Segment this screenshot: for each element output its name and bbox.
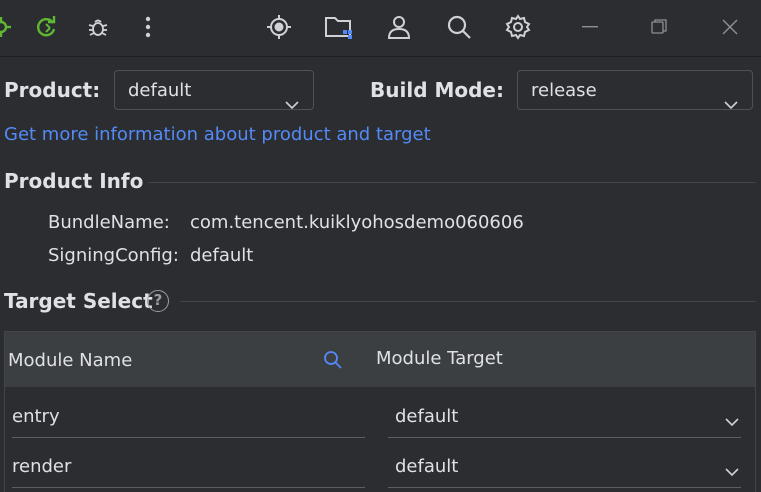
row-underline bbox=[12, 437, 365, 438]
bug-gear-icon[interactable] bbox=[0, 12, 16, 42]
row-underline bbox=[388, 487, 741, 488]
bundle-name-value: com.tencent.kuiklyohosdemo060606 bbox=[190, 212, 524, 233]
table-row-target[interactable]: default bbox=[395, 456, 458, 477]
more-info-link[interactable]: Get more information about product and t… bbox=[4, 124, 431, 145]
more-vertical-icon[interactable] bbox=[133, 12, 163, 42]
target-select-title: Target Select bbox=[4, 289, 153, 313]
product-info-title: Product Info bbox=[4, 169, 144, 193]
product-select[interactable]: default bbox=[114, 70, 314, 110]
build-mode-select[interactable]: release bbox=[517, 70, 753, 110]
product-label: Product: bbox=[4, 78, 101, 102]
column-header-module-name: Module Name bbox=[8, 350, 133, 371]
settings-icon[interactable] bbox=[503, 12, 533, 42]
account-icon[interactable] bbox=[384, 12, 414, 42]
product-select-value: default bbox=[128, 80, 192, 101]
chevron-down-icon[interactable] bbox=[725, 412, 739, 431]
column-header-module-target: Module Target bbox=[376, 348, 503, 369]
table-row-module[interactable]: entry bbox=[12, 406, 60, 427]
build-mode-select-value: release bbox=[531, 80, 597, 101]
table-header: Module Name Module Target bbox=[5, 332, 755, 387]
chevron-down-icon bbox=[724, 85, 738, 125]
debug-icon[interactable] bbox=[83, 12, 113, 42]
project-folder-icon[interactable] bbox=[324, 12, 354, 42]
help-icon[interactable]: ? bbox=[147, 290, 169, 312]
signing-config-key: SigningConfig: bbox=[48, 245, 179, 266]
close-icon[interactable] bbox=[715, 12, 745, 42]
target-icon[interactable] bbox=[264, 12, 294, 42]
target-table: Module Name Module Target entry default … bbox=[4, 331, 756, 492]
build-mode-label: Build Mode: bbox=[370, 78, 504, 102]
section-divider bbox=[148, 182, 756, 183]
chevron-down-icon[interactable] bbox=[725, 462, 739, 481]
section-divider bbox=[180, 301, 756, 302]
top-toolbar bbox=[0, 0, 761, 57]
restore-icon[interactable] bbox=[644, 12, 674, 42]
chevron-down-icon bbox=[285, 85, 299, 125]
table-row-target[interactable]: default bbox=[395, 406, 458, 427]
signing-config-value: default bbox=[190, 245, 254, 266]
row-underline bbox=[388, 437, 741, 438]
table-row-module[interactable]: render bbox=[12, 456, 71, 477]
refresh-icon[interactable] bbox=[31, 12, 61, 42]
bundle-name-key: BundleName: bbox=[48, 212, 170, 233]
minimize-icon[interactable] bbox=[575, 12, 605, 42]
row-underline bbox=[12, 487, 365, 488]
search-icon[interactable] bbox=[323, 350, 343, 374]
search-icon[interactable] bbox=[444, 12, 474, 42]
